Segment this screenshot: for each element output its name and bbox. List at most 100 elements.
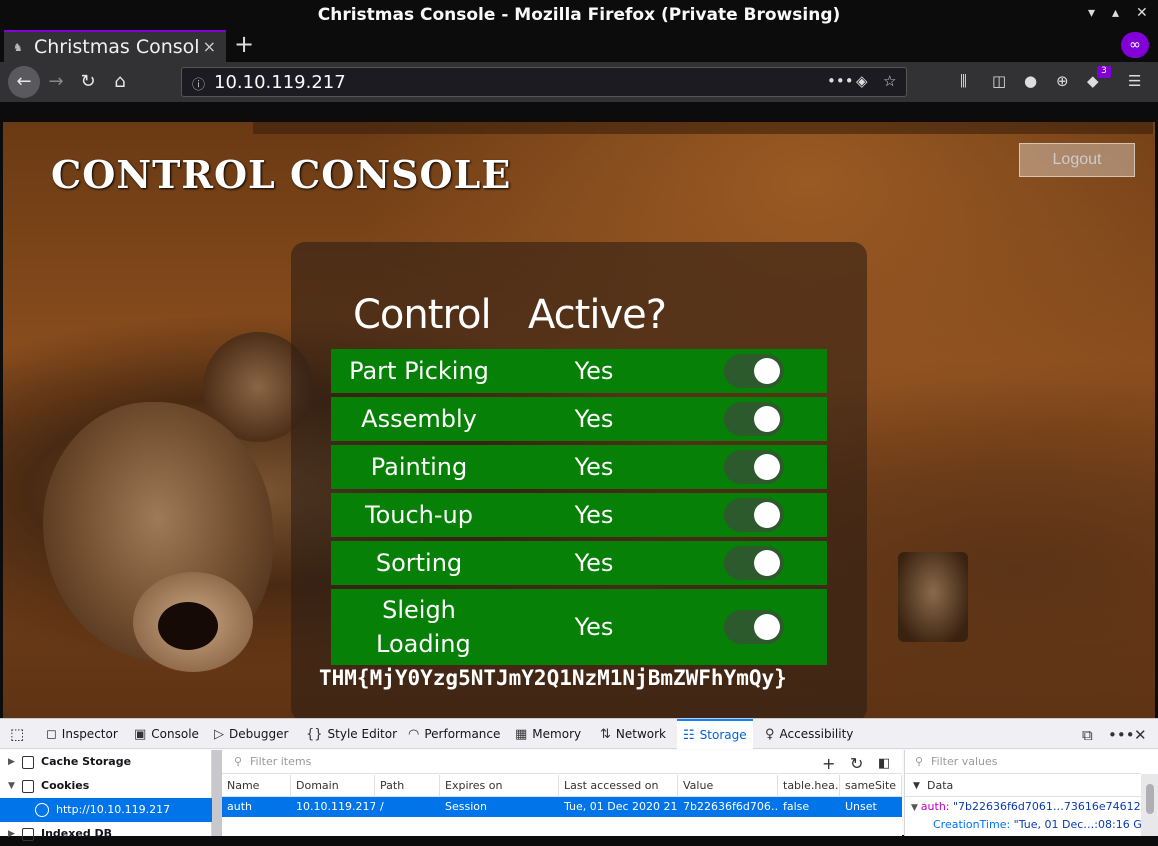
data-key: auth: (920, 800, 950, 813)
close-window-button[interactable]: ✕ (1136, 5, 1148, 21)
control-row: Part Picking Yes (331, 349, 827, 393)
tree-item-cache-storage[interactable]: ▶ Cache Storage (0, 750, 212, 774)
tab-inspector[interactable]: ◻ Inspector (46, 719, 118, 749)
inspector-icon: ◻ (46, 727, 57, 742)
close-tab-icon[interactable]: × (203, 37, 216, 56)
url-bar[interactable]: ⓘ 10.10.119.217 ••• ◈ ☆ (181, 67, 907, 97)
minimize-button[interactable]: ▾ (1088, 5, 1095, 21)
accessibility-icon: ♀ (765, 727, 775, 742)
navigation-toolbar: ← → ↻ ⌂ ⓘ 10.10.119.217 ••• ◈ ☆ ⫼ ◫ ● ⊕ … (0, 62, 1158, 102)
tree-item-cookies[interactable]: ▼ Cookies (0, 774, 212, 798)
page-title: CONTROL CONSOLE (51, 152, 512, 197)
expand-icon[interactable]: ▶ (8, 822, 15, 846)
control-toggle[interactable] (724, 402, 784, 436)
element-picker-icon[interactable]: ⬚ (10, 719, 24, 749)
new-tab-button[interactable]: + (234, 30, 254, 58)
control-toggle[interactable] (724, 498, 784, 532)
column-header[interactable]: table.hea… (778, 775, 840, 797)
tab-debugger[interactable]: ▷ Debugger (214, 719, 288, 749)
tab-performance[interactable]: ◠ Performance (408, 719, 500, 749)
column-header[interactable]: sameSite (840, 775, 902, 797)
dock-side-icon[interactable]: ⧉ (1082, 726, 1093, 744)
toggle-sidebar-icon[interactable]: ◧ (878, 752, 890, 776)
home-button[interactable]: ⌂ (106, 68, 134, 96)
column-header[interactable]: Name (222, 775, 291, 797)
control-toggle[interactable] (724, 450, 784, 484)
site-info-icon[interactable]: ⓘ (192, 74, 205, 93)
back-button[interactable]: ← (8, 66, 40, 98)
devtools-panel: ⬚ ◻ Inspector ▣ Console ▷ Debugger {} Style … (0, 718, 1158, 841)
tree-label: http://10.10.119.217 (56, 803, 171, 816)
tab-accessibility[interactable]: ♀ Accessibility (765, 719, 853, 749)
tree-item-indexed-db[interactable]: ▶ Indexed DB (0, 822, 212, 846)
bookmark-star-icon[interactable]: ☆ (883, 72, 896, 90)
window-title: Christmas Console - Mozilla Firefox (Pri… (317, 5, 841, 25)
sidebar-icon[interactable]: ◫ (992, 72, 1006, 90)
expand-icon[interactable]: ▶ (8, 750, 15, 774)
private-browsing-icon: ∞ (1121, 32, 1149, 58)
table-row[interactable]: auth 10.10.119.217 / Session Tue, 01 Dec… (222, 797, 902, 817)
control-toggle[interactable] (724, 610, 784, 644)
tree-label: Indexed DB (41, 827, 113, 840)
control-name: Assembly (361, 405, 477, 433)
tab-label: Console (151, 727, 199, 741)
window-titlebar: Christmas Console - Mozilla Firefox (Pri… (0, 0, 1158, 30)
data-subentry[interactable]: CreationTime: "Tue, 01 Dec…:08:16 GMT" (933, 816, 1158, 834)
tree-item-cookie-host[interactable]: http://10.10.119.217 (0, 798, 212, 822)
collapse-icon[interactable]: ▼ (911, 803, 921, 813)
control-toggle[interactable] (724, 546, 784, 580)
control-value: Yes (574, 453, 614, 481)
column-header[interactable]: Value (678, 775, 778, 797)
column-header[interactable]: Path (375, 775, 440, 797)
filter-icon: ⚲ (234, 755, 243, 768)
pocket-icon[interactable]: ◈ (856, 72, 868, 90)
style-editor-icon: {} (306, 727, 323, 742)
page-actions-icon[interactable]: ••• (827, 72, 854, 90)
maximize-button[interactable]: ▴ (1112, 5, 1119, 21)
filter-icon: ⚲ (915, 755, 924, 768)
data-section-header[interactable]: ▼ Data (905, 775, 1141, 797)
sidebar-scrollbar[interactable] (1141, 774, 1158, 836)
account-icon[interactable]: ● (1024, 72, 1037, 90)
tab-memory[interactable]: ▦ Memory (515, 719, 581, 749)
menu-icon[interactable]: ☰ (1128, 72, 1141, 90)
data-value: "7b22636f6d7061…73616e7461227d" (953, 800, 1158, 813)
refresh-items-icon[interactable]: ↻ (850, 752, 863, 776)
tab-label: Performance (424, 727, 501, 741)
memory-icon: ▦ (515, 727, 528, 742)
close-devtools-icon[interactable]: ✕ (1134, 726, 1147, 744)
column-header[interactable]: Expires on (440, 775, 559, 797)
forward-button[interactable]: → (42, 68, 70, 96)
control-row: Sorting Yes (331, 541, 827, 585)
flag-text: THM{MjY0Yzg5NTJmY2Q1NzM1NjBmZWFhYmQy} (319, 666, 787, 690)
collapse-icon[interactable]: ▼ (913, 775, 920, 797)
url-text[interactable]: 10.10.119.217 (214, 72, 346, 93)
add-item-icon[interactable]: + (822, 752, 835, 776)
tab-label: Accessibility (779, 727, 854, 741)
column-header[interactable]: Last accessed on (559, 775, 678, 797)
data-entry[interactable]: ▼ auth: "7b22636f6d7061…73616e7461227d" (911, 798, 1158, 817)
extension-badge: 3 (1097, 66, 1111, 78)
logout-button[interactable]: Logout (1019, 143, 1135, 177)
toggle-knob (754, 406, 780, 432)
reload-button[interactable]: ↻ (74, 68, 102, 96)
library-icon[interactable]: ⫼ (960, 72, 967, 90)
scrollbar-thumb[interactable] (1146, 784, 1154, 814)
browser-tab[interactable]: ♞ Christmas Console × (4, 30, 226, 62)
column-header[interactable]: Domain (291, 775, 375, 797)
tab-console[interactable]: ▣ Console (134, 719, 199, 749)
tab-storage[interactable]: ☷ Storage (677, 719, 753, 749)
cell-path: / (380, 800, 384, 813)
control-toggle[interactable] (724, 354, 784, 388)
control-name: Sorting (375, 549, 463, 577)
tab-network[interactable]: ⇅ Network (600, 719, 666, 749)
collapse-icon[interactable]: ▼ (8, 774, 15, 798)
background-bear-nose (158, 602, 218, 650)
filter-items-input[interactable]: ⚲ Filter items + ↻ ◧ (222, 750, 902, 774)
extension-globe-icon[interactable]: ⊕ (1056, 72, 1069, 90)
tab-style-editor[interactable]: {} Style Editor (306, 719, 397, 749)
filter-values-input[interactable]: ⚲ Filter values (905, 750, 1141, 774)
tree-splitter[interactable] (212, 750, 222, 836)
cell-value: 7b22636f6d706… (683, 800, 778, 813)
devtools-menu-icon[interactable]: ••• (1108, 726, 1135, 744)
